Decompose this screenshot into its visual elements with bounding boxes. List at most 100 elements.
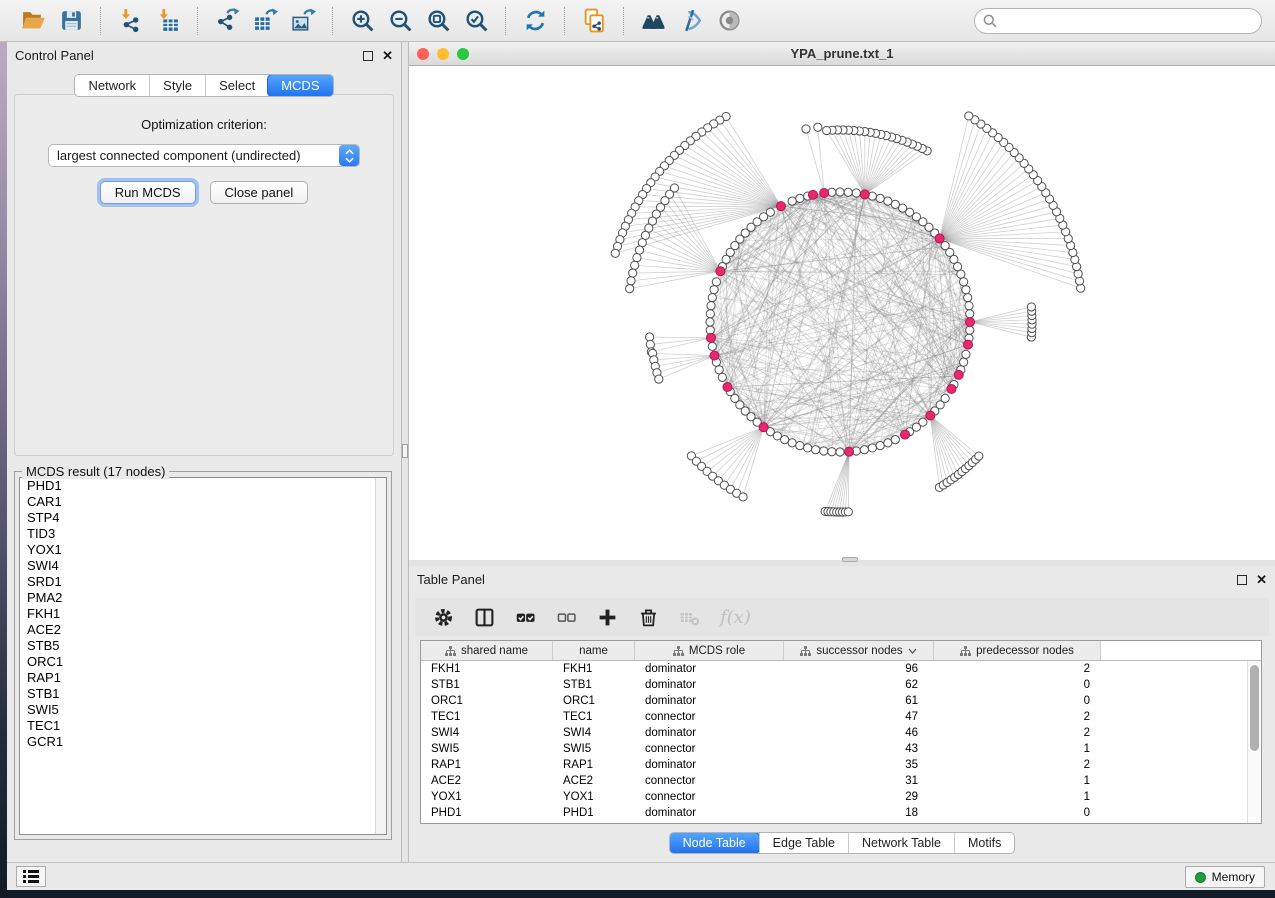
network-node[interactable] [655, 375, 663, 383]
network-node[interactable] [960, 358, 968, 366]
mcds-hub-node[interactable] [723, 383, 732, 392]
export-network-icon[interactable] [208, 4, 246, 38]
tab-mcds[interactable]: MCDS [267, 74, 333, 97]
task-history-button[interactable] [16, 866, 46, 887]
network-node[interactable] [966, 326, 974, 334]
mcds-hub-node[interactable] [926, 411, 935, 420]
mcds-result-item[interactable]: SWI5 [20, 702, 386, 718]
column-header-shared-name[interactable]: shared name [421, 641, 553, 660]
network-node[interactable] [868, 444, 876, 452]
tab-network[interactable]: Network [75, 75, 149, 96]
close-panel-icon[interactable]: ✕ [382, 51, 393, 61]
tab-select[interactable]: Select [205, 75, 268, 96]
cell[interactable]: 35 [784, 757, 934, 773]
column-header-MCDS-role[interactable]: MCDS role [635, 641, 784, 660]
cell[interactable]: STB1 [553, 677, 635, 693]
mcds-hub-node[interactable] [901, 430, 910, 439]
float-table-panel-icon[interactable] [1237, 575, 1247, 585]
network-node[interactable] [708, 342, 716, 350]
cell[interactable]: PHD1 [553, 805, 635, 821]
binoculars-icon[interactable] [634, 4, 672, 38]
column-header-predecessor-nodes[interactable]: predecessor nodes [934, 641, 1101, 660]
cell[interactable]: FKH1 [553, 661, 635, 677]
network-node[interactable] [975, 452, 983, 460]
network-node[interactable] [707, 302, 715, 310]
mcds-result-item[interactable]: TEC1 [20, 718, 386, 734]
table-scrollbar-thumb[interactable] [1250, 665, 1259, 751]
network-node[interactable] [919, 418, 927, 426]
cell[interactable]: connector [635, 789, 784, 805]
mcds-result-item[interactable]: STB1 [20, 686, 386, 702]
mcds-hub-node[interactable] [710, 351, 719, 360]
cell[interactable]: SWI4 [553, 725, 635, 741]
network-node[interactable] [891, 200, 899, 208]
graphics-details-icon[interactable] [672, 4, 710, 38]
column-header-name[interactable]: name [553, 641, 635, 660]
cell[interactable]: 2 [934, 661, 1101, 677]
mcds-result-item[interactable]: GCR1 [20, 734, 386, 750]
network-node[interactable] [884, 197, 892, 205]
mcds-hub-node[interactable] [935, 234, 944, 243]
table-scrollbar[interactable] [1247, 661, 1261, 823]
zoom-out-icon[interactable] [381, 4, 419, 38]
network-node[interactable] [629, 269, 637, 277]
open-file-icon[interactable] [14, 4, 52, 38]
cell[interactable]: dominator [635, 661, 784, 677]
export-table-icon[interactable] [246, 4, 284, 38]
add-row-icon[interactable] [597, 607, 618, 628]
cell[interactable]: dominator [635, 693, 784, 709]
table-row[interactable]: SWI5SWI5connector431 [421, 741, 1261, 757]
mcds-hub-node[interactable] [947, 384, 956, 393]
network-node[interactable] [960, 278, 968, 286]
network-node[interactable] [876, 442, 884, 450]
network-node[interactable] [710, 286, 718, 294]
mcds-result-item[interactable]: SRD1 [20, 574, 386, 590]
network-node[interactable] [706, 318, 714, 326]
zoom-in-icon[interactable] [343, 4, 381, 38]
mcds-hub-node[interactable] [716, 267, 725, 276]
network-canvas[interactable] [409, 66, 1275, 560]
network-node[interactable] [718, 373, 726, 381]
tab-motifs[interactable]: Motifs [954, 833, 1014, 853]
mcds-result-item[interactable]: FKH1 [20, 606, 386, 622]
cell[interactable]: TEC1 [553, 709, 635, 725]
network-node[interactable] [706, 310, 714, 318]
network-node[interactable] [941, 241, 949, 249]
settings-icon[interactable] [433, 607, 454, 628]
mcds-result-item[interactable]: PMA2 [20, 590, 386, 606]
cell[interactable]: 96 [784, 661, 934, 677]
cell[interactable]: 1 [934, 773, 1101, 789]
table-row[interactable]: FKH1FKH1dominator962 [421, 661, 1261, 677]
network-node[interactable] [633, 254, 641, 262]
tab-node-table[interactable]: Node Table [669, 832, 760, 854]
mcds-hub-node[interactable] [706, 333, 715, 342]
cell[interactable]: ORC1 [421, 693, 553, 709]
network-node[interactable] [823, 126, 831, 134]
network-node[interactable] [796, 442, 804, 450]
column-header-successor-nodes[interactable]: successor nodes [784, 641, 934, 660]
cell[interactable]: RAP1 [553, 757, 635, 773]
network-node[interactable] [804, 444, 812, 452]
network-node[interactable] [965, 302, 973, 310]
network-node[interactable] [844, 188, 852, 196]
network-node[interactable] [788, 439, 796, 447]
cell[interactable]: TEC1 [421, 709, 553, 725]
network-node[interactable] [891, 436, 899, 444]
network-node[interactable] [788, 197, 796, 205]
columns-icon[interactable] [474, 607, 495, 628]
mcds-result-item[interactable]: CAR1 [20, 494, 386, 510]
mcds-hub-node[interactable] [966, 318, 975, 327]
zoom-selected-icon[interactable] [457, 4, 495, 38]
cell[interactable]: 0 [934, 693, 1101, 709]
save-session-icon[interactable] [52, 4, 90, 38]
vertical-splitter[interactable] [401, 42, 409, 862]
network-node[interactable] [844, 508, 852, 516]
network-node[interactable] [627, 277, 635, 285]
cell[interactable]: dominator [635, 725, 784, 741]
tab-style[interactable]: Style [149, 75, 205, 96]
network-node[interactable] [962, 350, 970, 358]
cell[interactable]: SWI5 [553, 741, 635, 757]
float-panel-icon[interactable] [363, 51, 373, 61]
network-node[interactable] [884, 439, 892, 447]
cell[interactable]: 62 [784, 677, 934, 693]
